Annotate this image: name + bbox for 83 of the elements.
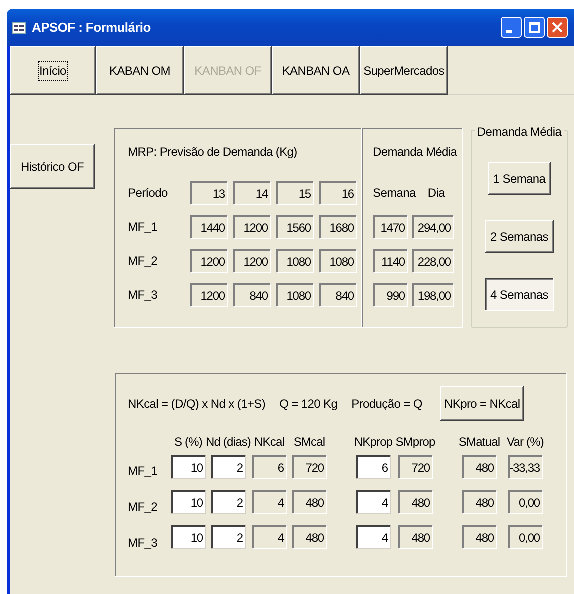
value-field: 840 xyxy=(319,283,357,307)
minimize-button[interactable] xyxy=(501,17,522,38)
nkpro-button[interactable]: NKpro = NKcal xyxy=(440,386,524,421)
value-field: 480 xyxy=(398,490,433,514)
input-field[interactable]: 10 xyxy=(171,525,206,549)
row-label: MF_3 xyxy=(128,287,158,304)
tab-button[interactable]: KANBAN OA xyxy=(272,46,360,95)
value-field: 990 xyxy=(373,283,408,307)
value-field: 480 xyxy=(462,525,497,549)
column-header: SMprop xyxy=(396,434,436,451)
period-button[interactable]: 1 Semana xyxy=(488,162,551,195)
input-field[interactable]: 4 xyxy=(356,525,391,549)
close-icon xyxy=(552,22,563,33)
value-field: 198,00 xyxy=(412,283,454,307)
formula-text: Q = 120 Kg xyxy=(280,396,338,412)
column-header: Semana xyxy=(373,185,416,202)
input-field[interactable]: 2 xyxy=(211,525,246,549)
value-field: 1080 xyxy=(319,249,357,273)
value-field: 1080 xyxy=(276,249,314,273)
column-header: NKcal xyxy=(254,434,284,451)
window-title: APSOF : Formulário xyxy=(32,18,151,37)
value-field: 294,00 xyxy=(412,215,454,239)
value-field: 1200 xyxy=(190,283,228,307)
panel-title: Demanda Média xyxy=(373,144,458,161)
value-field: 1560 xyxy=(276,215,314,239)
row-label: MF_1 xyxy=(128,463,158,480)
value-field: 720 xyxy=(398,455,433,479)
value-field: 1440 xyxy=(190,215,228,239)
column-header: Dia xyxy=(428,185,446,202)
row-label: MF_2 xyxy=(128,253,158,270)
value-field: 0,00 xyxy=(508,525,543,549)
maximize-button[interactable] xyxy=(524,17,545,38)
value-field: 720 xyxy=(292,455,327,479)
column-header: Var (%) xyxy=(507,434,544,451)
input-field[interactable]: 2 xyxy=(211,455,246,479)
value-field: 480 xyxy=(462,490,497,514)
row-label: MF_2 xyxy=(128,499,158,516)
formula-text: NKcal = (D/Q) x Nd x (1+S) xyxy=(128,396,266,412)
value-field: 480 xyxy=(398,525,433,549)
tab-button[interactable]: Início xyxy=(10,46,96,95)
value-field: 0,00 xyxy=(508,490,543,514)
value-field: 228,00 xyxy=(412,249,454,273)
value-field: 840 xyxy=(233,283,271,307)
value-field: 1680 xyxy=(319,215,357,239)
value-field: 480 xyxy=(292,490,327,514)
column-header: SMcal xyxy=(294,434,326,451)
value-field: 1200 xyxy=(190,249,228,273)
value-field: 4 xyxy=(252,525,287,549)
column-header: NKprop xyxy=(354,434,393,451)
value-field: 4 xyxy=(252,490,287,514)
column-header: SMatual xyxy=(458,434,500,451)
formula-text: Produção = Q xyxy=(352,396,422,412)
form-icon xyxy=(12,22,26,34)
input-field[interactable]: 10 xyxy=(171,490,206,514)
history-button[interactable]: Histórico OF xyxy=(10,144,95,189)
value-field: 480 xyxy=(462,455,497,479)
tab-button[interactable]: KABAN OM xyxy=(96,46,184,95)
value-field: 13 xyxy=(190,181,228,205)
row-label: MF_1 xyxy=(128,219,158,236)
value-field: 15 xyxy=(276,181,314,205)
period-button[interactable]: 2 Semanas xyxy=(485,220,554,253)
period-button[interactable]: 4 Semanas xyxy=(485,278,554,311)
value-field: 480 xyxy=(292,525,327,549)
column-header: Nd (dias) xyxy=(206,434,252,451)
value-field: 1470 xyxy=(373,215,408,239)
value-field: 1200 xyxy=(233,249,271,273)
value-field: 1080 xyxy=(276,283,314,307)
value-field: 1140 xyxy=(373,249,408,273)
panel-title: MRP: Previsão de Demanda (Kg) xyxy=(128,144,298,161)
value-field: 1200 xyxy=(233,215,271,239)
input-field[interactable]: 2 xyxy=(211,490,246,514)
input-field[interactable]: 6 xyxy=(356,455,391,479)
close-button[interactable] xyxy=(547,17,568,38)
row-label: MF_3 xyxy=(128,535,158,552)
input-field[interactable]: 10 xyxy=(171,455,206,479)
tab-button[interactable]: SuperMercados xyxy=(360,46,448,95)
input-field[interactable]: 4 xyxy=(356,490,391,514)
row-label: Período xyxy=(128,185,169,202)
value-field: 6 xyxy=(252,455,287,479)
value-field: 16 xyxy=(319,181,357,205)
column-header: S (%) xyxy=(174,434,202,451)
value-field: 14 xyxy=(233,181,271,205)
value-field: -33,33 xyxy=(508,455,543,479)
